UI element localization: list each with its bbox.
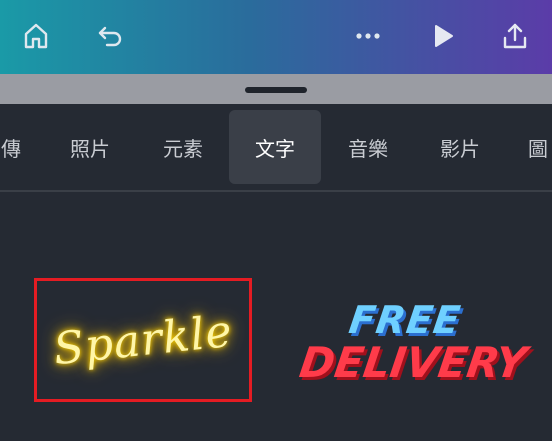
tab-text[interactable]: 文字: [229, 110, 321, 184]
tab-photos[interactable]: 照片: [44, 110, 136, 184]
share-button[interactable]: [497, 18, 533, 54]
top-toolbar: [0, 0, 552, 74]
tab-label: 照片: [70, 136, 110, 161]
tab-label: 圖: [528, 136, 548, 161]
tab-elements[interactable]: 元素: [137, 110, 229, 184]
free-text: FREE: [346, 298, 464, 342]
tab-partial-right[interactable]: 圖: [528, 110, 552, 184]
play-icon: [435, 25, 453, 47]
tab-label: 文字: [255, 136, 295, 161]
tab-label: 元素: [163, 136, 203, 161]
category-tabs: 傳 照片 元素 文字 音樂 影片 圖: [0, 104, 552, 190]
more-button[interactable]: [350, 18, 386, 54]
play-button[interactable]: [424, 18, 460, 54]
tab-partial-left[interactable]: 傳: [0, 110, 24, 184]
home-icon: [24, 23, 48, 49]
undo-icon: [98, 26, 122, 47]
more-icon: [356, 33, 380, 39]
tab-label: 影片: [440, 136, 480, 161]
tab-music[interactable]: 音樂: [322, 110, 414, 184]
tab-label: 音樂: [348, 136, 388, 161]
tab-label: 傳: [1, 136, 21, 161]
delivery-text: DELIVERY: [296, 338, 530, 387]
share-icon: [503, 23, 527, 49]
selection-highlight: [34, 278, 252, 402]
tab-video[interactable]: 影片: [414, 110, 506, 184]
drag-handle[interactable]: [245, 87, 307, 93]
undo-button[interactable]: [92, 18, 128, 54]
free-delivery-text-style[interactable]: FREE DELIVERY: [296, 298, 530, 400]
home-button[interactable]: [18, 18, 54, 54]
